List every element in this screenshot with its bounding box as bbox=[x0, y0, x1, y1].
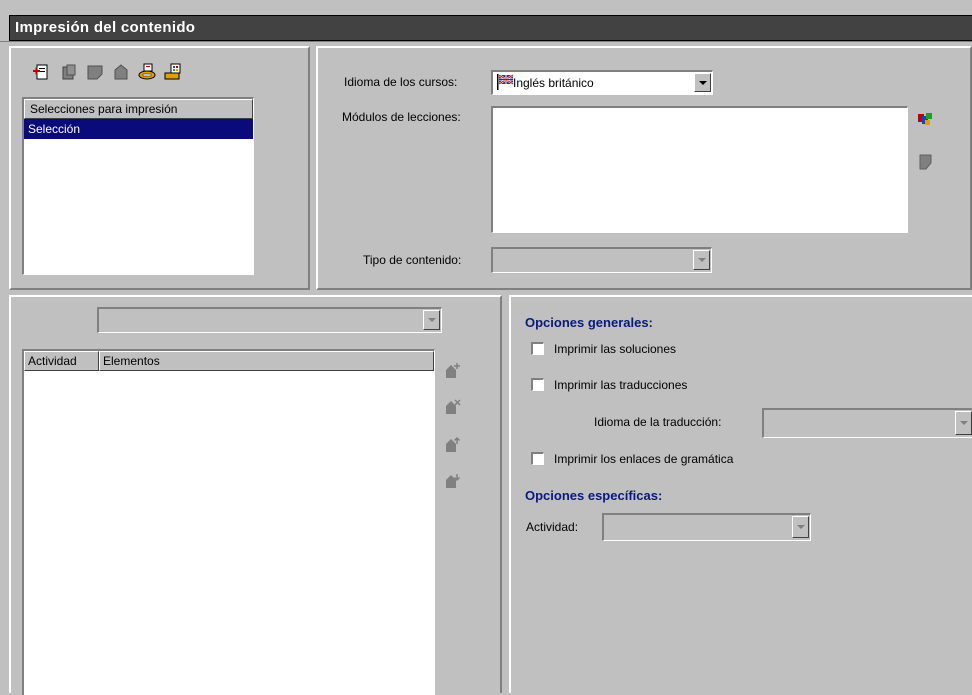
move-down-icon[interactable] bbox=[443, 471, 463, 491]
content-type-label: Tipo de contenido: bbox=[363, 253, 462, 267]
selections-list[interactable]: Selecciones para impresión Selección bbox=[22, 97, 254, 275]
title-bar: Impresión del contenido bbox=[0, 0, 972, 42]
rename-selection-icon[interactable] bbox=[85, 62, 105, 82]
list-item[interactable]: Selección bbox=[24, 119, 253, 139]
remove-activity-icon[interactable] bbox=[443, 397, 463, 417]
column-header-elementos[interactable]: Elementos bbox=[99, 351, 434, 371]
activity-select[interactable] bbox=[602, 513, 811, 541]
specific-options-title: Opciones específicas: bbox=[525, 488, 663, 503]
selections-panel: Selecciones para impresión Selección bbox=[9, 46, 310, 290]
uk-flag-icon bbox=[497, 74, 514, 90]
translation-language-select[interactable] bbox=[762, 408, 972, 438]
print-translations-checkbox[interactable] bbox=[531, 378, 544, 391]
delete-selection-icon[interactable] bbox=[111, 62, 131, 82]
print-solutions-label[interactable]: Imprimir las soluciones bbox=[554, 342, 676, 356]
modules-label: Módulos de lecciones: bbox=[342, 110, 461, 124]
activities-table-header: Actividad Elementos bbox=[24, 351, 434, 371]
modules-list[interactable] bbox=[491, 106, 908, 233]
window-title: Impresión del contenido bbox=[15, 19, 196, 36]
course-language-label: Idioma de los cursos: bbox=[344, 75, 458, 89]
activities-table[interactable]: Actividad Elementos bbox=[22, 349, 435, 695]
activity-label: Actividad: bbox=[526, 520, 579, 534]
print-grammar-links-label[interactable]: Imprimir los enlaces de gramática bbox=[554, 452, 733, 466]
translation-language-dropdown-button[interactable] bbox=[955, 411, 972, 435]
add-module-icon[interactable] bbox=[916, 110, 936, 130]
print-translations-label[interactable]: Imprimir las traducciones bbox=[554, 378, 687, 392]
print-preview-icon[interactable] bbox=[163, 62, 183, 82]
activity-dropdown-button[interactable] bbox=[792, 516, 809, 538]
activities-panel: Actividad Elementos bbox=[9, 295, 502, 695]
course-language-value: Inglés británico bbox=[513, 76, 594, 90]
copy-selection-icon[interactable] bbox=[59, 62, 79, 82]
move-up-icon[interactable] bbox=[443, 435, 463, 455]
content-type-select[interactable] bbox=[491, 247, 712, 273]
activity-filter-dropdown-button[interactable] bbox=[423, 310, 440, 330]
selections-header[interactable]: Selecciones para impresión bbox=[24, 99, 253, 119]
add-activity-icon[interactable] bbox=[443, 361, 463, 381]
print-icon[interactable] bbox=[137, 62, 157, 82]
activity-filter-select[interactable] bbox=[97, 307, 442, 333]
print-solutions-checkbox[interactable] bbox=[531, 342, 544, 355]
print-grammar-links-checkbox[interactable] bbox=[531, 452, 544, 465]
course-language-dropdown-button[interactable] bbox=[694, 73, 711, 92]
title-strip: Impresión del contenido bbox=[9, 15, 972, 41]
options-panel: Opciones generales: Imprimir las solucio… bbox=[509, 295, 972, 693]
course-panel: Idioma de los cursos: Inglés británico M… bbox=[316, 46, 972, 290]
column-header-actividad[interactable]: Actividad bbox=[24, 351, 99, 371]
translation-language-label: Idioma de la traducción: bbox=[594, 415, 722, 429]
new-selection-icon[interactable] bbox=[31, 62, 51, 82]
course-language-select[interactable]: Inglés británico bbox=[491, 70, 713, 95]
general-options-title: Opciones generales: bbox=[525, 315, 653, 330]
remove-module-icon[interactable] bbox=[916, 152, 936, 172]
content-type-dropdown-button[interactable] bbox=[693, 250, 710, 270]
